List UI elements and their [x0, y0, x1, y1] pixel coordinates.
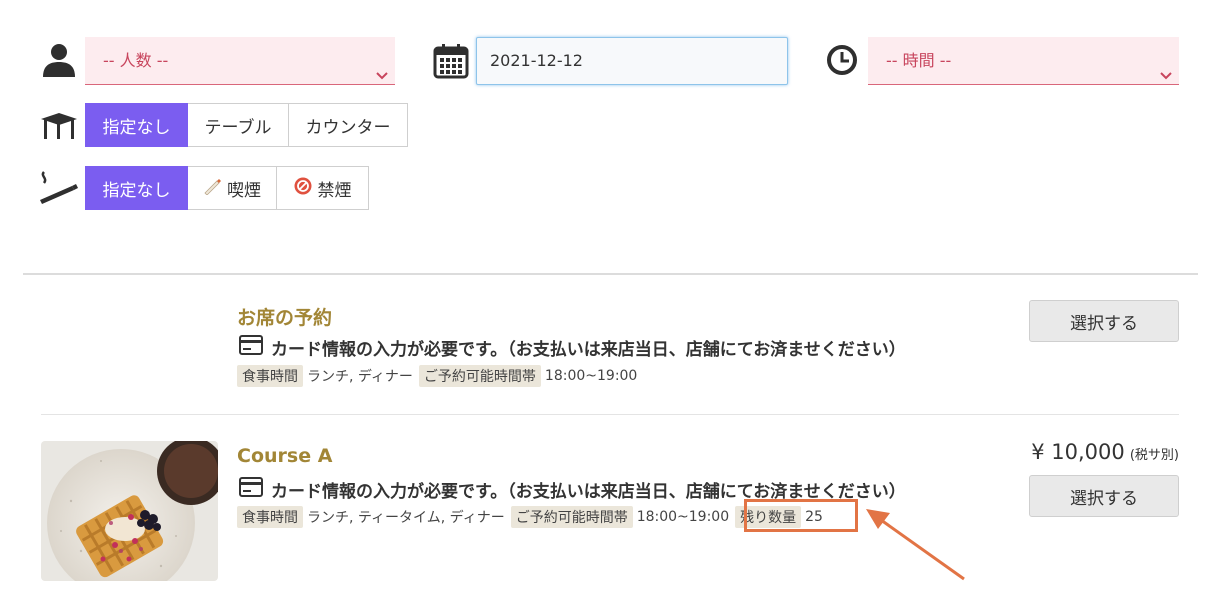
credit-card-icon — [239, 477, 263, 502]
reservation-time-tag: ご予約可能時間帯 — [510, 506, 633, 528]
date-input[interactable]: 2021-12-12 — [476, 37, 788, 85]
calendar-icon — [433, 43, 469, 79]
smoking-option-nonsmoking[interactable]: 禁煙 — [277, 166, 369, 210]
seat-option-table[interactable]: テーブル — [188, 103, 289, 147]
smoking-option-smoking[interactable]: 喫煙 — [188, 166, 277, 210]
plan-meta: 食事時間 ランチ, ディナー ご予約可能時間帯 18:00~19:00 — [237, 365, 643, 387]
seat-option-counter[interactable]: カウンター — [289, 103, 408, 147]
time-select-value: -- 時間 -- — [886, 51, 952, 70]
meal-time-value: ランチ, ディナー — [307, 369, 413, 385]
arrow-annotation-icon — [860, 505, 970, 585]
no-entry-icon — [294, 177, 312, 200]
select-plan-button[interactable]: 選択する — [1029, 300, 1179, 342]
select-course-button[interactable]: 選択する — [1029, 475, 1179, 517]
smoking-selector: 指定なし 喫煙 禁煙 — [85, 166, 369, 210]
plan-card-notice: カード情報の入力が必要です。（お支払いは来店当日、店舗にてお済ませください） — [239, 335, 906, 360]
table-icon — [40, 111, 78, 141]
person-icon — [41, 42, 77, 78]
smoking-option-any[interactable]: 指定なし — [85, 166, 188, 210]
reservation-time-value: 18:00~19:00 — [636, 509, 730, 525]
reservation-time-tag: ご予約可能時間帯 — [418, 365, 541, 387]
meal-time-tag: 食事時間 — [237, 506, 303, 528]
plan-divider — [41, 414, 1179, 415]
section-divider — [23, 273, 1198, 275]
plan-title: お席の予約 — [237, 307, 333, 329]
course-photo — [41, 441, 218, 581]
people-select-value: -- 人数 -- — [103, 51, 169, 70]
plan-title: Course A — [237, 445, 333, 467]
credit-card-icon — [239, 335, 263, 360]
seat-type-selector: 指定なし テーブル カウンター — [85, 103, 408, 147]
clock-icon — [826, 44, 858, 76]
price-amount: ¥ 10,000 — [1031, 440, 1125, 464]
cigarette-icon — [203, 177, 221, 200]
time-select[interactable]: -- 時間 -- — [868, 37, 1179, 85]
smoking-icon — [38, 170, 78, 206]
meal-time-value: ランチ, ティータイム, ディナー — [307, 510, 505, 526]
price-tax-note: (税サ別) — [1129, 448, 1179, 463]
people-select[interactable]: -- 人数 -- — [85, 37, 395, 85]
seat-option-any[interactable]: 指定なし — [85, 103, 188, 147]
date-input-value: 2021-12-12 — [490, 51, 583, 70]
reservation-time-value: 18:00~19:00 — [544, 368, 638, 384]
chevron-down-icon — [375, 54, 389, 102]
meal-time-tag: 食事時間 — [237, 365, 303, 387]
course-price: ¥ 10,000 (税サ別) — [1031, 440, 1179, 464]
chevron-down-icon — [1159, 54, 1173, 102]
plan-meta: 食事時間 ランチ, ティータイム, ディナー ご予約可能時間帯 18:00~19… — [237, 506, 829, 528]
highlight-annotation — [744, 499, 858, 532]
